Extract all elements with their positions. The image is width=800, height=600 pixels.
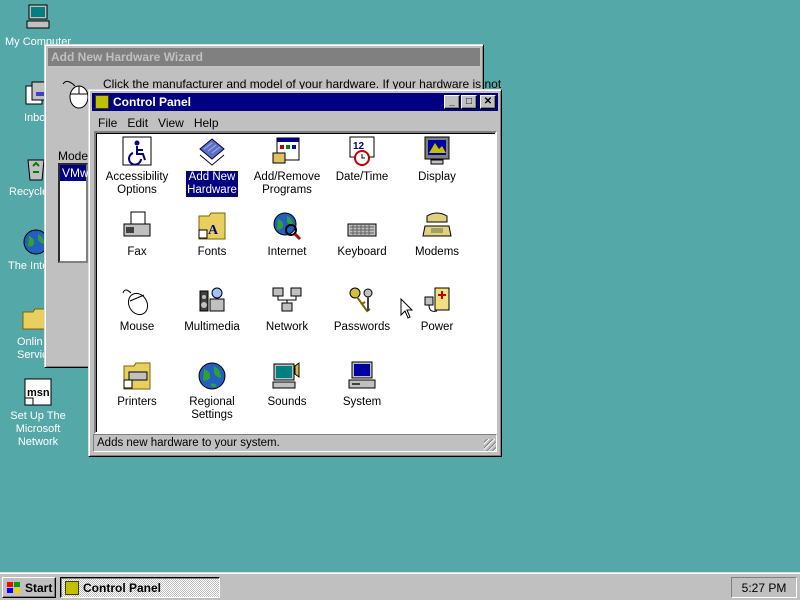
cp-item-network[interactable]: Network [250, 285, 324, 334]
passwords-icon [349, 287, 373, 313]
cp-item-printers[interactable]: Printers [100, 360, 174, 409]
clock[interactable]: 5:27 PM [742, 581, 787, 595]
date-time-icon: 12 [349, 136, 375, 166]
cp-item-accessibility[interactable]: Accessibility Options [100, 135, 174, 197]
taskbar-button-control-panel[interactable]: Control Panel [60, 577, 220, 598]
fonts-icon: A [198, 212, 226, 240]
system-tray: 5:27 PM [731, 577, 797, 598]
status-bar: Adds new hardware to your system. [93, 434, 497, 452]
cp-item-keyboard[interactable]: Keyboard [325, 210, 399, 259]
cp-item-regional-settings[interactable]: Regional Settings [175, 360, 249, 422]
cp-item-label: Accessibility Options [105, 171, 169, 196]
cp-item-internet[interactable]: Internet [250, 210, 324, 259]
control-panel-window[interactable]: Control Panel _ □ ✕ File Edit View Help … [88, 89, 502, 457]
cp-item-label: Modems [414, 246, 460, 258]
control-panel-icon [65, 580, 79, 595]
power-icon [424, 287, 450, 312]
fax-icon [123, 211, 151, 237]
window-title: Control Panel [113, 95, 192, 109]
cp-item-add-remove-programs[interactable]: Add/Remove Programs [250, 135, 324, 197]
internet-icon [273, 212, 302, 241]
cp-item-label: Regional Settings [189, 396, 235, 421]
desktop-icon-msn[interactable]: msn Set Up The Microsoft Network [2, 376, 74, 449]
taskbar: Start Control Panel 5:27 PM [0, 572, 800, 600]
add-remove-programs-icon [272, 137, 300, 164]
model-list[interactable]: VMwa [58, 163, 95, 263]
wizard-title: Add New Hardware Wizard [51, 50, 203, 64]
display-icon [424, 136, 450, 165]
sounds-icon [272, 362, 300, 389]
start-button[interactable]: Start [2, 577, 56, 598]
start-label: Start [25, 580, 53, 595]
wizard-titlebar[interactable]: Add New Hardware Wizard [48, 48, 480, 66]
cp-item-label: Sounds [267, 396, 307, 408]
cp-item-display[interactable]: Display [400, 135, 474, 184]
menu-file[interactable]: File [93, 116, 122, 130]
desktop-icon-my-computer[interactable]: My Computer [2, 2, 74, 49]
network-icon [272, 287, 302, 312]
cp-item-fonts[interactable]: A Fonts [175, 210, 249, 259]
cp-item-multimedia[interactable]: Multimedia [175, 285, 249, 334]
cp-item-label: Fax [127, 246, 147, 258]
regional-settings-icon [198, 362, 226, 390]
cp-item-label: Display [418, 171, 456, 183]
cp-item-sounds[interactable]: Sounds [250, 360, 324, 409]
cp-item-label: Power [420, 321, 454, 333]
accessibility-icon [122, 136, 152, 166]
taskbar-button-label: Control Panel [83, 580, 162, 595]
menu-view[interactable]: View [153, 116, 189, 130]
cp-item-label: Internet [267, 246, 307, 258]
msn-icon: msn [24, 378, 52, 406]
minimize-button[interactable]: _ [444, 95, 460, 109]
svg-text:A: A [208, 223, 219, 238]
cp-item-date-time[interactable]: 12 Date/Time [325, 135, 399, 184]
mouse-icon [122, 289, 149, 316]
svg-text:msn: msn [27, 387, 50, 399]
control-panel-titlebar[interactable]: Control Panel _ □ ✕ [92, 93, 498, 111]
model-label: Model [58, 149, 91, 163]
cp-item-label: Mouse [119, 321, 155, 333]
cp-item-label: Passwords [333, 321, 391, 333]
printers-icon [123, 362, 151, 390]
add-hardware-icon [199, 138, 225, 166]
menu-edit[interactable]: Edit [122, 116, 153, 130]
cp-item-mouse[interactable]: Mouse [100, 285, 174, 334]
my-computer-icon [26, 4, 50, 29]
cp-item-passwords[interactable]: Passwords [325, 285, 399, 334]
desktop-icon-label: Set Up The Microsoft Network [10, 410, 66, 448]
model-list-item[interactable]: VMwa [60, 165, 95, 181]
windows-logo-icon [7, 581, 20, 593]
control-panel-icon [95, 95, 109, 109]
close-button[interactable]: ✕ [480, 95, 496, 109]
cp-item-modems[interactable]: Modems [400, 210, 474, 259]
cp-item-fax[interactable]: Fax [100, 210, 174, 259]
control-panel-items: Accessibility Options Add New Hardware A… [94, 131, 497, 434]
cp-item-label: Printers [117, 396, 157, 408]
menu-help[interactable]: Help [189, 116, 224, 130]
multimedia-icon [199, 287, 225, 312]
cp-item-label: Keyboard [337, 246, 387, 258]
cp-item-label: Fonts [197, 246, 227, 258]
mouse-cursor-icon [400, 298, 414, 319]
maximize-button[interactable]: □ [461, 95, 477, 109]
cp-item-label: Add/Remove Programs [253, 171, 321, 196]
keyboard-icon [347, 223, 377, 237]
cp-item-label: System [342, 396, 382, 408]
cp-item-label: Network [265, 321, 309, 333]
resize-grip[interactable] [484, 439, 496, 451]
cp-item-label: Multimedia [184, 321, 240, 333]
cp-item-label: Date/Time [335, 171, 389, 183]
cp-item-add-new-hardware[interactable]: Add New Hardware [175, 135, 249, 198]
menu-bar: File Edit View Help [93, 113, 497, 133]
cp-item-label: Add New Hardware [185, 170, 239, 198]
modem-icon [422, 212, 452, 237]
system-icon [348, 361, 376, 389]
cp-item-system[interactable]: System [325, 360, 399, 409]
